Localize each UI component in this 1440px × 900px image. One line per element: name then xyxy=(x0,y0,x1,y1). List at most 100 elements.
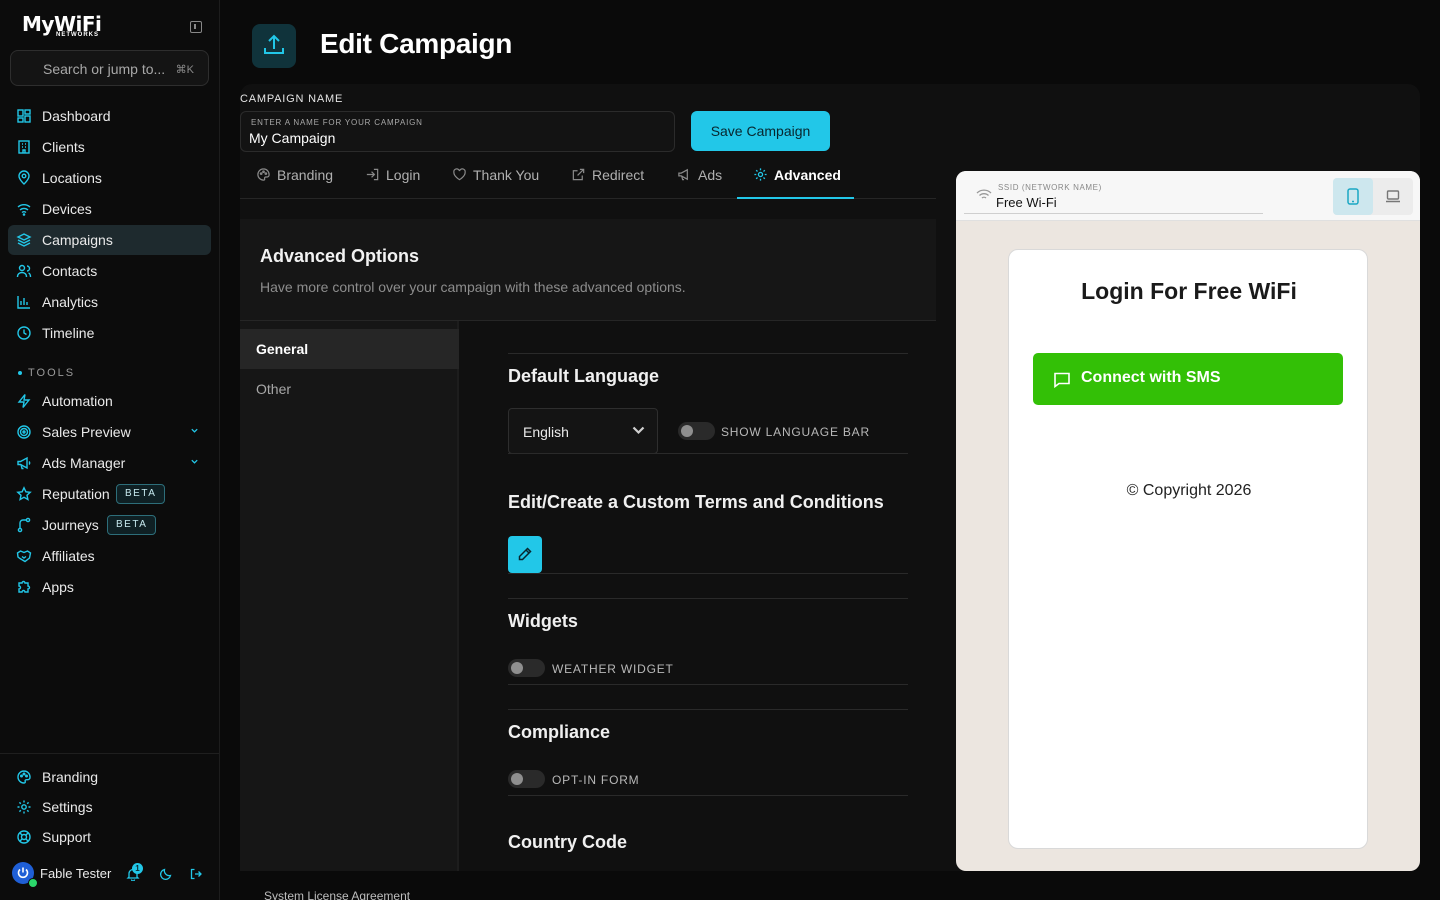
sidebar-item-devices[interactable]: Devices xyxy=(8,194,211,224)
advanced-subnav: General Other xyxy=(240,321,459,871)
gear-icon xyxy=(17,800,31,814)
sidebar-item-label: Branding xyxy=(42,769,99,785)
sidebar-item-sales-preview[interactable]: Sales Preview xyxy=(8,417,211,447)
search-input[interactable]: Search or jump to... ⌘K xyxy=(10,50,209,86)
chevron-down-icon[interactable] xyxy=(190,426,199,435)
edit-terms-button[interactable] xyxy=(508,536,542,573)
clock-icon xyxy=(17,326,31,340)
moon-icon[interactable] xyxy=(159,867,173,881)
sidebar-item-label: Dashboard xyxy=(42,108,111,124)
campaign-name-input[interactable]: ENTER A NAME FOR YOUR CAMPAIGN My Campai… xyxy=(240,111,675,152)
megaphone-icon xyxy=(678,168,688,181)
tab-redirect[interactable]: Redirect xyxy=(571,158,656,199)
subnav-item-general[interactable]: General xyxy=(240,329,459,369)
avatar[interactable] xyxy=(12,862,38,888)
license-link[interactable]: System License Agreement xyxy=(264,889,410,900)
heart-icon xyxy=(453,168,466,181)
logout-icon[interactable] xyxy=(189,867,203,881)
building-icon xyxy=(18,140,30,154)
connect-sms-label: Connect with SMS xyxy=(1081,369,1221,386)
user-row: Fable Tester 1 xyxy=(12,862,212,888)
device-toggle xyxy=(1333,178,1413,215)
sidebar-item-affiliates[interactable]: Affiliates xyxy=(8,541,211,571)
tools-heading-label: TOOLS xyxy=(28,367,76,379)
compliance-title: Compliance xyxy=(508,722,611,742)
sidebar-collapse-icon[interactable] xyxy=(190,21,202,33)
sidebar-item-branding[interactable]: Branding xyxy=(8,762,211,792)
ssid-input[interactable]: Free Wi-Fi xyxy=(996,195,1057,210)
sidebar-item-journeys[interactable]: Journeys BETA xyxy=(8,510,211,540)
phone-preview-card: Login For Free WiFi Connect with SMS © C… xyxy=(1008,249,1368,849)
sidebar-item-support[interactable]: Support xyxy=(8,822,211,852)
search-shortcut: ⌘K xyxy=(175,64,194,76)
language-select[interactable]: English xyxy=(508,408,658,454)
sidebar-item-label: Campaigns xyxy=(42,232,113,248)
opt-in-form-label: OPT-IN FORM xyxy=(552,773,640,787)
sidebar-item-campaigns[interactable]: Campaigns xyxy=(8,225,211,255)
sidebar-item-apps[interactable]: Apps xyxy=(8,572,211,602)
campaign-upload-icon xyxy=(252,24,296,68)
sidebar-item-settings[interactable]: Settings xyxy=(8,792,211,822)
laptop-icon xyxy=(1386,190,1400,203)
save-campaign-button[interactable]: Save Campaign xyxy=(691,111,830,151)
layers-icon xyxy=(16,233,32,247)
opt-in-form-toggle[interactable] xyxy=(508,770,545,788)
sidebar-item-analytics[interactable]: Analytics xyxy=(8,287,211,317)
sidebar-item-label: Support xyxy=(42,829,92,845)
power-icon xyxy=(17,867,29,879)
mywifi-logo[interactable]: MyWiFi NETWORKS xyxy=(22,14,102,40)
tab-advanced[interactable]: Advanced xyxy=(753,158,853,199)
sidebar-item-contacts[interactable]: Contacts xyxy=(8,256,211,286)
subnav-item-other[interactable]: Other xyxy=(240,369,459,409)
sidebar-item-label: Journeys xyxy=(42,517,99,533)
logo-main: MyWiFi xyxy=(22,12,102,36)
campaign-preview: SSID (NETWORK NAME) Free Wi-Fi Login For… xyxy=(956,171,1420,871)
handshake-icon xyxy=(16,550,32,563)
advanced-general-content: Default Language English SHOW LANGUAGE B… xyxy=(461,321,936,871)
sidebar-item-locations[interactable]: Locations xyxy=(8,163,211,193)
sidebar-item-label: Affiliates xyxy=(42,548,95,564)
tab-login[interactable]: Login xyxy=(365,158,435,199)
preview-toolbar: SSID (NETWORK NAME) Free Wi-Fi xyxy=(956,171,1420,221)
preview-login-title: Login For Free WiFi xyxy=(1081,278,1297,304)
show-language-bar-toggle[interactable] xyxy=(678,422,715,440)
sidebar-item-label: Clients xyxy=(42,139,85,155)
megaphone-icon xyxy=(17,456,31,470)
sidebar-item-ads-manager[interactable]: Ads Manager xyxy=(8,448,211,478)
sidebar-item-label: Devices xyxy=(42,201,92,217)
desktop-view-button[interactable] xyxy=(1373,178,1413,215)
mobile-view-button[interactable] xyxy=(1333,178,1373,215)
preview-copyright: © Copyright 2026 xyxy=(1126,482,1252,499)
sidebar-item-clients[interactable]: Clients xyxy=(8,132,211,162)
chevron-down-icon xyxy=(632,426,645,435)
route-icon xyxy=(17,517,31,533)
phone-icon xyxy=(1347,188,1359,205)
campaign-tabs: Branding Login Thank You Redirect Ads Ad… xyxy=(240,158,936,199)
sidebar: MyWiFi NETWORKS Search or jump to... ⌘K … xyxy=(0,0,220,900)
notification-count-badge: 1 xyxy=(132,863,143,874)
chevron-down-icon[interactable] xyxy=(190,457,199,466)
wifi-icon xyxy=(17,204,31,216)
tools-dot-icon xyxy=(18,371,22,376)
sidebar-item-reputation[interactable]: Reputation BETA xyxy=(8,479,211,509)
connect-sms-button[interactable]: Connect with SMS xyxy=(1033,353,1343,405)
campaign-input-value: My Campaign xyxy=(249,130,336,146)
terms-title: Edit/Create a Custom Terms and Condition… xyxy=(508,492,884,512)
active-tab-indicator xyxy=(737,197,854,199)
dashboard-icon xyxy=(17,109,31,123)
puzzle-icon xyxy=(18,580,31,593)
tab-thank-you[interactable]: Thank You xyxy=(452,158,547,199)
sidebar-item-dashboard[interactable]: Dashboard xyxy=(8,101,211,131)
beta-badge: BETA xyxy=(107,515,157,535)
tools-heading: TOOLS xyxy=(18,367,75,379)
user-name: Fable Tester xyxy=(40,866,112,881)
login-icon xyxy=(366,168,379,181)
tab-branding[interactable]: Branding xyxy=(256,158,346,199)
tab-ads[interactable]: Ads xyxy=(677,158,732,199)
sidebar-item-timeline[interactable]: Timeline xyxy=(8,318,211,348)
beta-badge: BETA xyxy=(116,484,166,504)
weather-widget-toggle[interactable] xyxy=(508,659,545,677)
sidebar-item-automation[interactable]: Automation xyxy=(8,386,211,416)
tab-label: Ads xyxy=(698,167,723,183)
sidebar-item-label: Contacts xyxy=(42,263,98,279)
